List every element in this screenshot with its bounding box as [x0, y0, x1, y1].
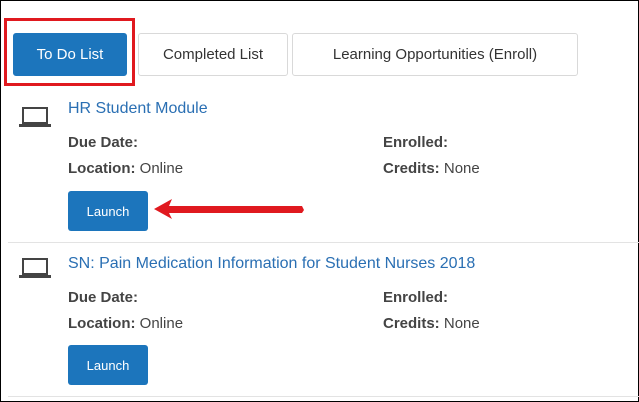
- credits-value: None: [443, 160, 480, 177]
- credits-label: Credits:: [383, 315, 440, 332]
- credits-label: Credits:: [383, 160, 440, 177]
- location-value: Online: [139, 315, 184, 332]
- arrow-annotation-icon: [154, 199, 304, 219]
- due-date-field: Due Date:: [68, 134, 138, 151]
- launch-button[interactable]: Launch: [68, 345, 148, 385]
- highlight-box-annotation: [4, 18, 135, 86]
- due-date-field: Due Date:: [68, 289, 138, 306]
- course-divider: [8, 242, 639, 243]
- location-value: Online: [139, 160, 184, 177]
- laptop-icon: [19, 107, 51, 127]
- tab-learning-opportunities[interactable]: Learning Opportunities (Enroll): [292, 33, 578, 76]
- enrolled-field: Enrolled:: [383, 289, 448, 306]
- credits-field: Credits: None: [383, 160, 480, 177]
- enrolled-label: Enrolled:: [383, 134, 449, 151]
- launch-button[interactable]: Launch: [68, 191, 148, 231]
- enrolled-label: Enrolled:: [383, 289, 449, 306]
- course-divider: [8, 396, 639, 397]
- laptop-icon: [19, 258, 51, 278]
- location-field: Location: Online: [68, 160, 183, 177]
- due-date-label: Due Date:: [68, 289, 139, 306]
- due-date-label: Due Date:: [68, 134, 139, 151]
- tab-completed-list[interactable]: Completed List: [138, 33, 288, 76]
- location-label: Location:: [68, 160, 136, 177]
- course-title-link[interactable]: HR Student Module: [68, 100, 208, 118]
- location-label: Location:: [68, 315, 136, 332]
- location-field: Location: Online: [68, 315, 183, 332]
- enrolled-field: Enrolled:: [383, 134, 448, 151]
- course-title-link[interactable]: SN: Pain Medication Information for Stud…: [68, 255, 475, 273]
- credits-field: Credits: None: [383, 315, 480, 332]
- credits-value: None: [443, 315, 480, 332]
